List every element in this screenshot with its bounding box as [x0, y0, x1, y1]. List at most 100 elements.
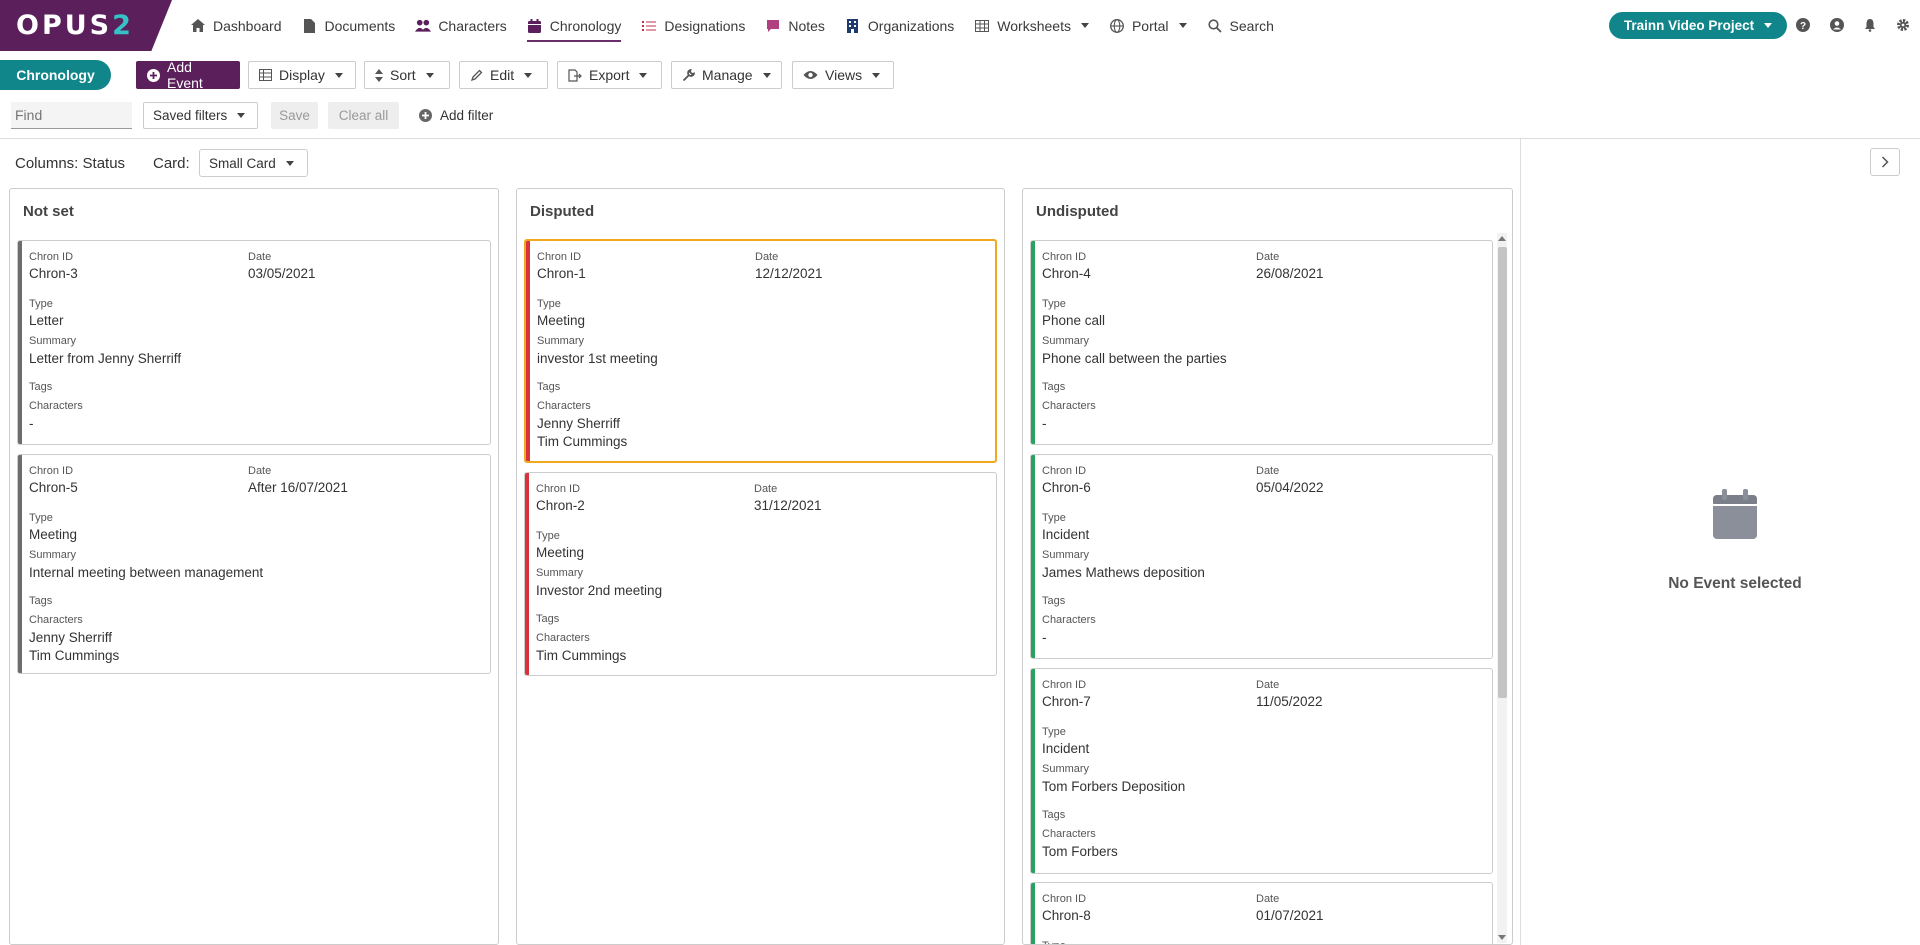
date-value: 11/05/2022 [1256, 694, 1323, 709]
event-card[interactable]: Chron ID Chron-5 Date After 16/07/2021 Type M… [17, 454, 491, 674]
no-event-selected-message: No Event selected [1668, 575, 1802, 592]
bell-icon[interactable] [1862, 17, 1878, 33]
event-card[interactable]: Chron ID Chron-4 Date 26/08/2021 Type Phone c… [1030, 240, 1493, 445]
chron-id-label: Chron ID [537, 251, 582, 263]
user-icon[interactable] [1829, 17, 1845, 33]
find-input[interactable] [11, 102, 132, 129]
views-menu-button[interactable]: Views [792, 61, 894, 89]
type-label: Type [537, 298, 561, 310]
summary-label: Summary [537, 335, 585, 347]
column-title: Disputed [530, 203, 595, 220]
chronology-section-tab[interactable]: Chronology [0, 60, 111, 90]
nav-designations[interactable]: Designations [631, 0, 755, 51]
event-card[interactable]: Chron ID Chron-8 Date 01/07/2021 Type [1030, 882, 1493, 944]
summary-value: James Mathews deposition [1042, 565, 1205, 580]
chevron-down-icon [334, 72, 343, 78]
nav-worksheets[interactable]: Worksheets [964, 0, 1099, 51]
type-label: Type [29, 298, 53, 310]
nav-characters[interactable]: Characters [405, 0, 516, 51]
type-label: Type [536, 530, 560, 542]
sort-menu-button[interactable]: Sort [364, 61, 450, 89]
chron-id-label: Chron ID [29, 465, 74, 477]
document-icon [302, 18, 318, 34]
scroll-up-arrow[interactable] [1498, 236, 1506, 241]
event-card[interactable]: Chron ID Chron-7 Date 11/05/2022 Type Inciden… [1030, 668, 1493, 874]
chevron-down-icon [237, 113, 246, 118]
status-column-disputed: Disputed Chron ID Chron-1 Date 12/12/2021 Typ… [516, 188, 1005, 945]
nav-chronology[interactable]: Chronology [517, 0, 632, 51]
nav-documents[interactable]: Documents [292, 0, 406, 51]
character-value: - [1042, 416, 1047, 431]
event-card[interactable]: Chron ID Chron-1 Date 12/12/2021 Type Meeting… [524, 239, 997, 463]
calendar-icon [527, 18, 543, 34]
plus-circle-icon [419, 109, 432, 122]
settings-gear-icon[interactable] [1895, 17, 1911, 33]
type-label: Type [1042, 940, 1066, 944]
opus2-logo[interactable]: OPUS2 [0, 0, 172, 51]
type-label: Type [1042, 512, 1066, 524]
character-value: Tom Forbers [1042, 844, 1118, 859]
column-title: Not set [23, 203, 74, 220]
note-icon [765, 18, 781, 34]
manage-menu-button[interactable]: Manage [671, 61, 782, 89]
edit-menu-button[interactable]: Edit [459, 61, 548, 89]
event-card[interactable]: Chron ID Chron-3 Date 03/05/2021 Type Letter S… [17, 240, 491, 445]
globe-icon [1109, 18, 1125, 34]
tags-label: Tags [1042, 381, 1066, 393]
add-event-button[interactable]: Add Event [136, 59, 240, 91]
chevron-down-icon [425, 72, 434, 78]
type-value: Meeting [536, 545, 585, 560]
nav-portal[interactable]: Portal [1099, 0, 1197, 51]
plus-circle-icon [147, 68, 160, 82]
chron-id-value: Chron-4 [1042, 266, 1091, 281]
display-menu-button[interactable]: Display [248, 61, 356, 89]
summary-value: Internal meeting between management [29, 565, 264, 580]
export-menu-button[interactable]: Export [557, 61, 662, 89]
saved-filters-dropdown[interactable]: Saved filters [143, 102, 258, 129]
nav-search[interactable]: Search [1197, 0, 1284, 51]
date-value: 26/08/2021 [1256, 266, 1324, 281]
card-size-select[interactable]: Small Card [199, 149, 308, 177]
event-card[interactable]: Chron ID Chron-2 Date 31/12/2021 Type Meeting… [524, 472, 997, 676]
character-value: - [29, 416, 34, 431]
chron-id-label: Chron ID [536, 483, 581, 495]
nav-dashboard[interactable]: Dashboard [180, 0, 292, 51]
svg-text:?: ? [1800, 21, 1806, 32]
column-title: Undisputed [1036, 203, 1119, 220]
tags-label: Tags [29, 595, 53, 607]
help-icon[interactable]: ? [1795, 17, 1811, 33]
search-icon [1207, 18, 1223, 34]
characters-label: Characters [29, 400, 83, 412]
characters-label: Characters [29, 614, 83, 626]
save-filter-button[interactable]: Save [271, 102, 318, 129]
expand-panel-button[interactable] [1870, 148, 1900, 176]
summary-value: Phone call between the parties [1042, 351, 1227, 366]
add-filter-button[interactable]: Add filter [410, 102, 502, 129]
date-label: Date [1256, 679, 1280, 691]
tags-label: Tags [29, 381, 53, 393]
summary-label: Summary [29, 549, 77, 561]
clear-all-filters-button[interactable]: Clear all [328, 102, 399, 129]
date-value: After 16/07/2021 [248, 480, 348, 495]
nav-notes[interactable]: Notes [755, 0, 835, 51]
date-value: 31/12/2021 [754, 498, 822, 513]
details-panel-divider [1520, 139, 1521, 945]
characters-label: Characters [1042, 828, 1096, 840]
chevron-down-icon [639, 72, 648, 78]
summary-value: Letter from Jenny Sherriff [29, 351, 182, 366]
scroll-down-arrow[interactable] [1498, 935, 1506, 940]
nav-organizations[interactable]: Organizations [835, 0, 964, 51]
scrollbar-thumb[interactable] [1498, 247, 1507, 698]
main-nav: Dashboard Documents Characters Chronology De… [180, 0, 1284, 51]
card-size-label: Card: [153, 155, 190, 172]
type-value: Phone call [1042, 313, 1106, 328]
character-value: Tim Cummings [537, 434, 628, 449]
type-value: Meeting [537, 313, 586, 328]
date-label: Date [1256, 251, 1280, 263]
chron-id-value: Chron-3 [29, 266, 78, 281]
event-card[interactable]: Chron ID Chron-6 Date 05/04/2022 Type Inciden… [1030, 454, 1493, 659]
status-column-undisputed: Undisputed Chron ID Chron-4 Date 26/08/2021 T… [1022, 188, 1513, 945]
character-value: Jenny Sherriff [29, 630, 113, 645]
project-dropdown[interactable]: Trainn Video Project [1609, 12, 1787, 39]
calendar-icon [1713, 489, 1757, 539]
